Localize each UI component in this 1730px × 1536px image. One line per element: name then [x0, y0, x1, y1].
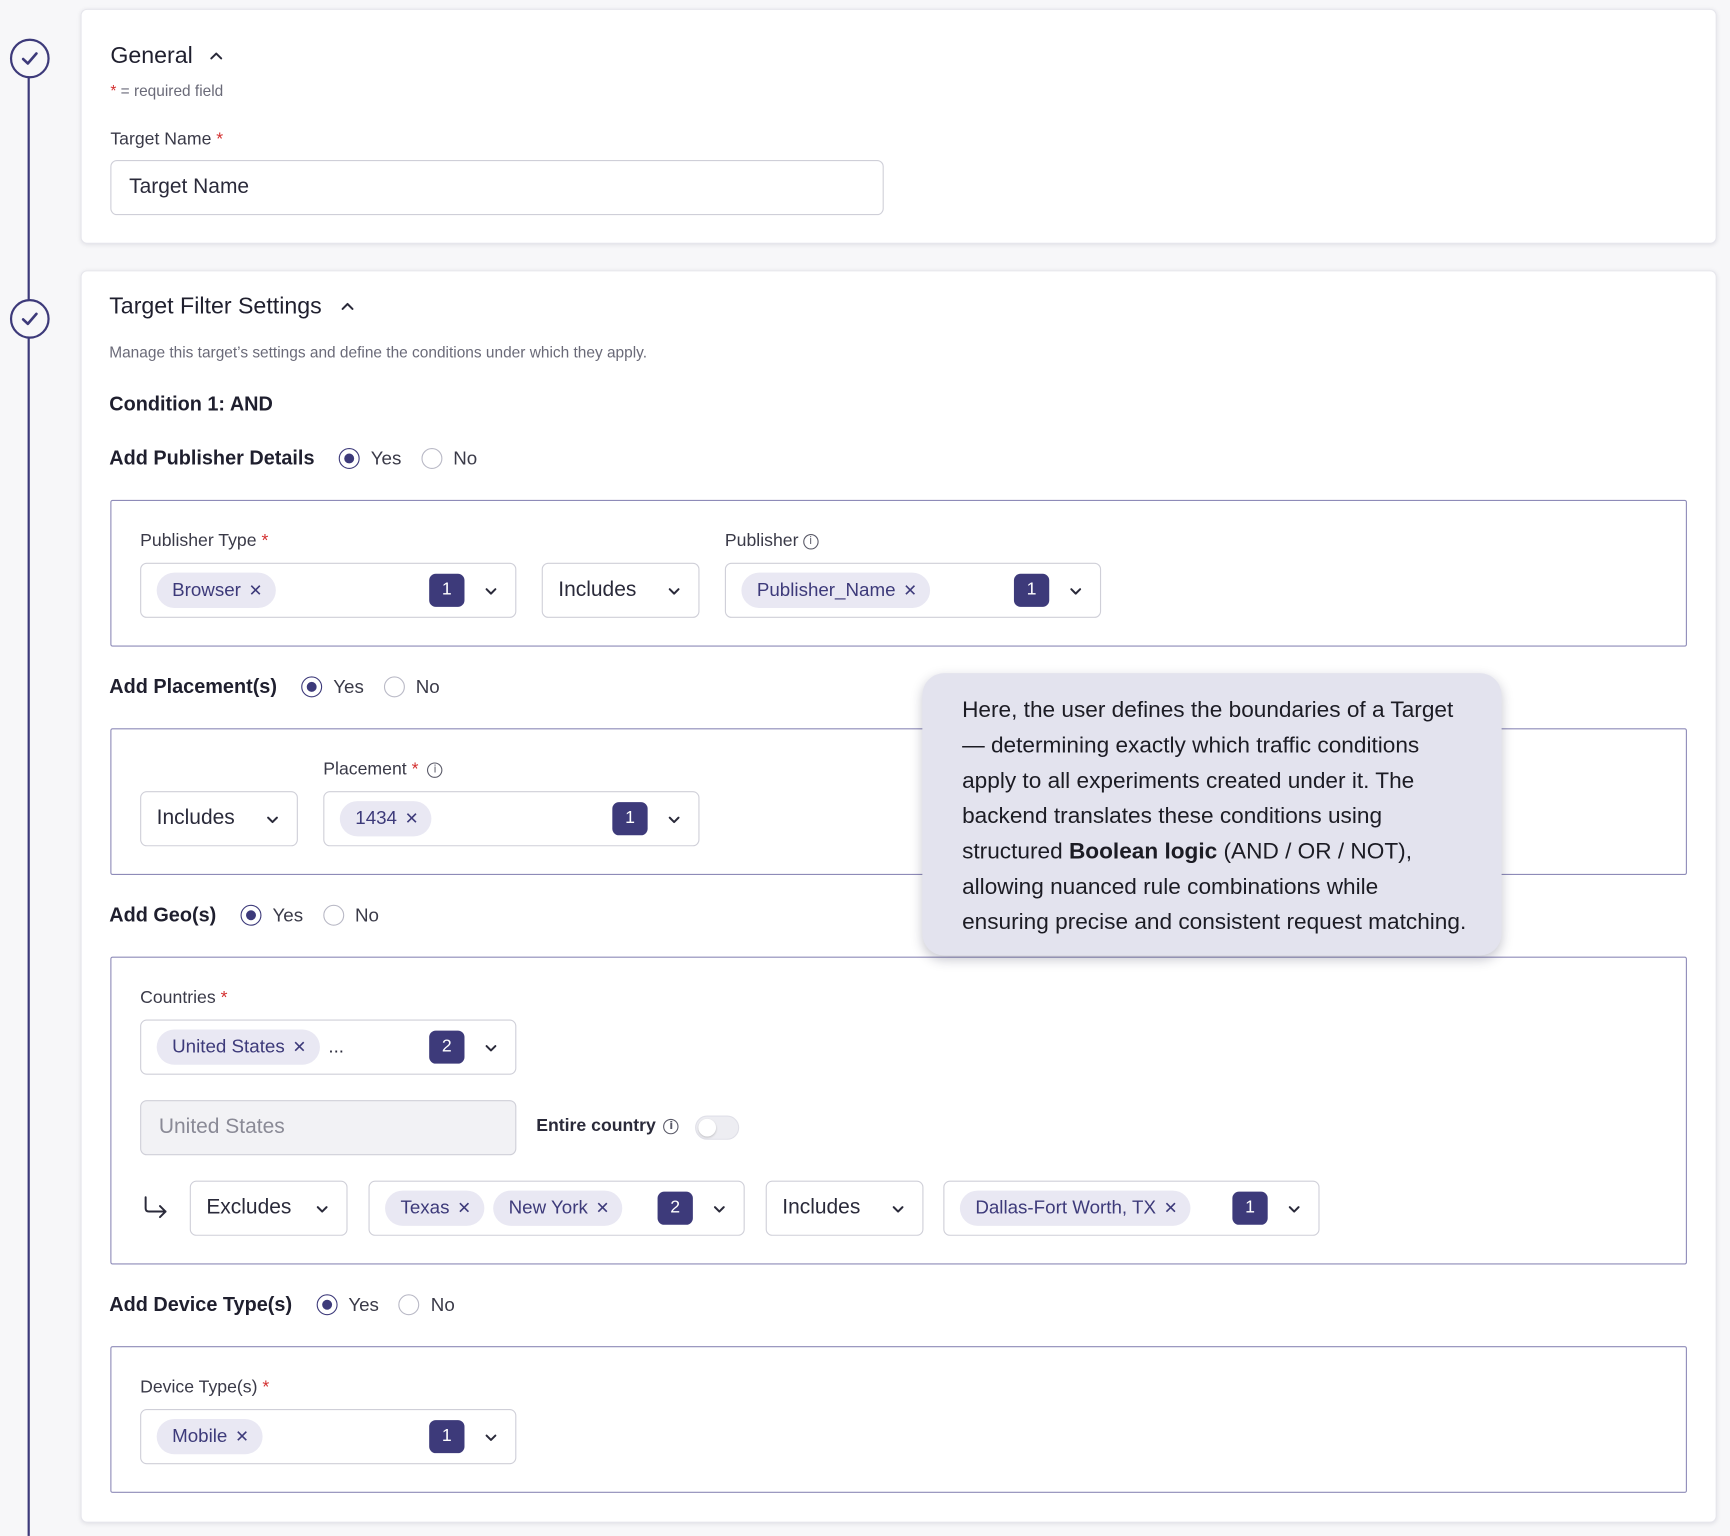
countries-label: Countries *	[140, 988, 228, 1008]
metro-operator-select[interactable]: Includes	[765, 1180, 924, 1236]
target-name-label: Target Name *	[110, 130, 224, 149]
general-title: General	[110, 43, 193, 69]
publisher-type-label: Publisher Type *	[140, 531, 269, 551]
subdirectory-arrow-icon	[144, 1196, 167, 1219]
placement-label: Placement * i	[323, 760, 443, 780]
chip: New York ✕	[493, 1190, 623, 1226]
publisher-no-radio[interactable]: No	[421, 447, 477, 469]
publisher-label: Publisher i	[725, 532, 819, 552]
general-header[interactable]: General	[110, 43, 226, 69]
chevron-down-icon[interactable]	[482, 1039, 500, 1057]
step-filters-check-icon	[9, 299, 50, 339]
chip: Mobile ✕	[156, 1418, 263, 1455]
stepper-line	[27, 77, 30, 1536]
chevron-up-icon[interactable]	[337, 297, 357, 317]
chevron-down-icon[interactable]	[264, 811, 282, 829]
chevron-down-icon[interactable]	[889, 1200, 907, 1218]
count-badge: 1	[429, 1420, 465, 1454]
geo-section-label: Add Geo(s)	[109, 903, 217, 926]
countries-select[interactable]: United States ✕ ... 2	[140, 1019, 517, 1075]
count-badge: 2	[429, 1030, 465, 1064]
chip: Publisher_Name ✕	[741, 572, 931, 608]
device-no-radio[interactable]: No	[398, 1294, 455, 1316]
placement-yes-radio[interactable]: Yes	[301, 676, 364, 698]
publisher-section-label: Add Publisher Details	[109, 446, 315, 469]
entire-country-label: Entire country i	[536, 1117, 680, 1137]
device-type-label: Device Type(s) *	[140, 1378, 270, 1397]
required-note: * = required field	[110, 81, 224, 100]
chip: Texas ✕	[385, 1190, 485, 1226]
count-badge: 1	[1232, 1191, 1268, 1225]
device-section-label: Add Device Type(s)	[109, 1293, 293, 1316]
chevron-down-icon[interactable]	[313, 1200, 331, 1218]
region-select[interactable]: Texas ✕ New York ✕ 2	[368, 1180, 745, 1236]
placement-no-radio[interactable]: No	[383, 676, 440, 698]
count-badge: 1	[612, 802, 648, 836]
metro-select[interactable]: Dallas-Fort Worth, TX ✕ 1	[943, 1180, 1320, 1236]
general-card: General * = required field Target Name *…	[80, 8, 1717, 244]
chevron-down-icon[interactable]	[665, 811, 683, 829]
close-icon[interactable]: ✕	[249, 580, 263, 600]
device-type-select[interactable]: Mobile ✕ 1	[140, 1409, 517, 1465]
geo-row: Add Geo(s) Yes No	[109, 904, 379, 927]
chevron-down-icon[interactable]	[665, 583, 683, 601]
chevron-down-icon[interactable]	[482, 583, 500, 601]
overflow-ellipsis: ...	[328, 1036, 345, 1058]
region-operator-select[interactable]: Excludes	[189, 1180, 348, 1236]
chevron-down-icon[interactable]	[482, 1429, 500, 1447]
device-row: Add Device Type(s) Yes No	[109, 1293, 455, 1316]
publisher-operator-select[interactable]: Includes	[541, 562, 700, 618]
publisher-row: Add Publisher Details Yes No	[109, 447, 477, 470]
annotation-tooltip: Here, the user defines the boundaries of…	[922, 673, 1502, 956]
close-icon[interactable]: ✕	[405, 809, 419, 829]
chip: Browser ✕	[156, 572, 276, 608]
close-icon[interactable]: ✕	[292, 1037, 306, 1057]
chip: United States ✕	[156, 1029, 320, 1065]
country-field[interactable]: United States	[140, 1100, 517, 1156]
placement-section-label: Add Placement(s)	[109, 675, 277, 698]
filters-title: Target Filter Settings	[109, 293, 322, 319]
geo-yes-radio[interactable]: Yes	[240, 904, 303, 926]
info-icon[interactable]: i	[802, 533, 819, 550]
chevron-up-icon[interactable]	[206, 46, 226, 66]
placement-row: Add Placement(s) Yes No	[109, 675, 440, 698]
publisher-select[interactable]: Publisher_Name ✕ 1	[724, 562, 1102, 618]
chip: Dallas-Fort Worth, TX ✕	[959, 1190, 1191, 1226]
chevron-down-icon[interactable]	[1285, 1200, 1303, 1218]
geo-no-radio[interactable]: No	[322, 904, 379, 926]
close-icon[interactable]: ✕	[457, 1198, 471, 1218]
entire-country-toggle[interactable]	[695, 1115, 740, 1140]
count-badge: 1	[429, 573, 465, 607]
count-badge: 2	[657, 1191, 693, 1225]
placement-operator-select[interactable]: Includes	[140, 791, 298, 847]
close-icon[interactable]: ✕	[1164, 1198, 1178, 1218]
close-icon[interactable]: ✕	[596, 1198, 610, 1218]
publisher-yes-radio[interactable]: Yes	[338, 447, 401, 469]
close-icon[interactable]: ✕	[235, 1427, 249, 1447]
filters-description: Manage this target’s settings and define…	[109, 343, 648, 361]
chip: 1434 ✕	[339, 801, 432, 837]
chevron-down-icon[interactable]	[711, 1200, 729, 1218]
step-general-check-icon	[9, 38, 50, 79]
close-icon[interactable]: ✕	[903, 580, 917, 600]
target-name-input[interactable]: Target Name	[110, 159, 884, 216]
chevron-down-icon[interactable]	[1067, 583, 1085, 601]
placement-select[interactable]: 1434 ✕ 1	[323, 791, 700, 847]
device-yes-radio[interactable]: Yes	[316, 1294, 379, 1316]
condition-title: Condition 1: AND	[109, 392, 273, 415]
filters-header[interactable]: Target Filter Settings	[109, 294, 357, 320]
info-icon[interactable]: i	[427, 762, 443, 778]
info-icon[interactable]: i	[663, 1118, 680, 1135]
publisher-type-select[interactable]: Browser ✕ 1	[140, 562, 517, 618]
count-badge: 1	[1013, 573, 1050, 607]
